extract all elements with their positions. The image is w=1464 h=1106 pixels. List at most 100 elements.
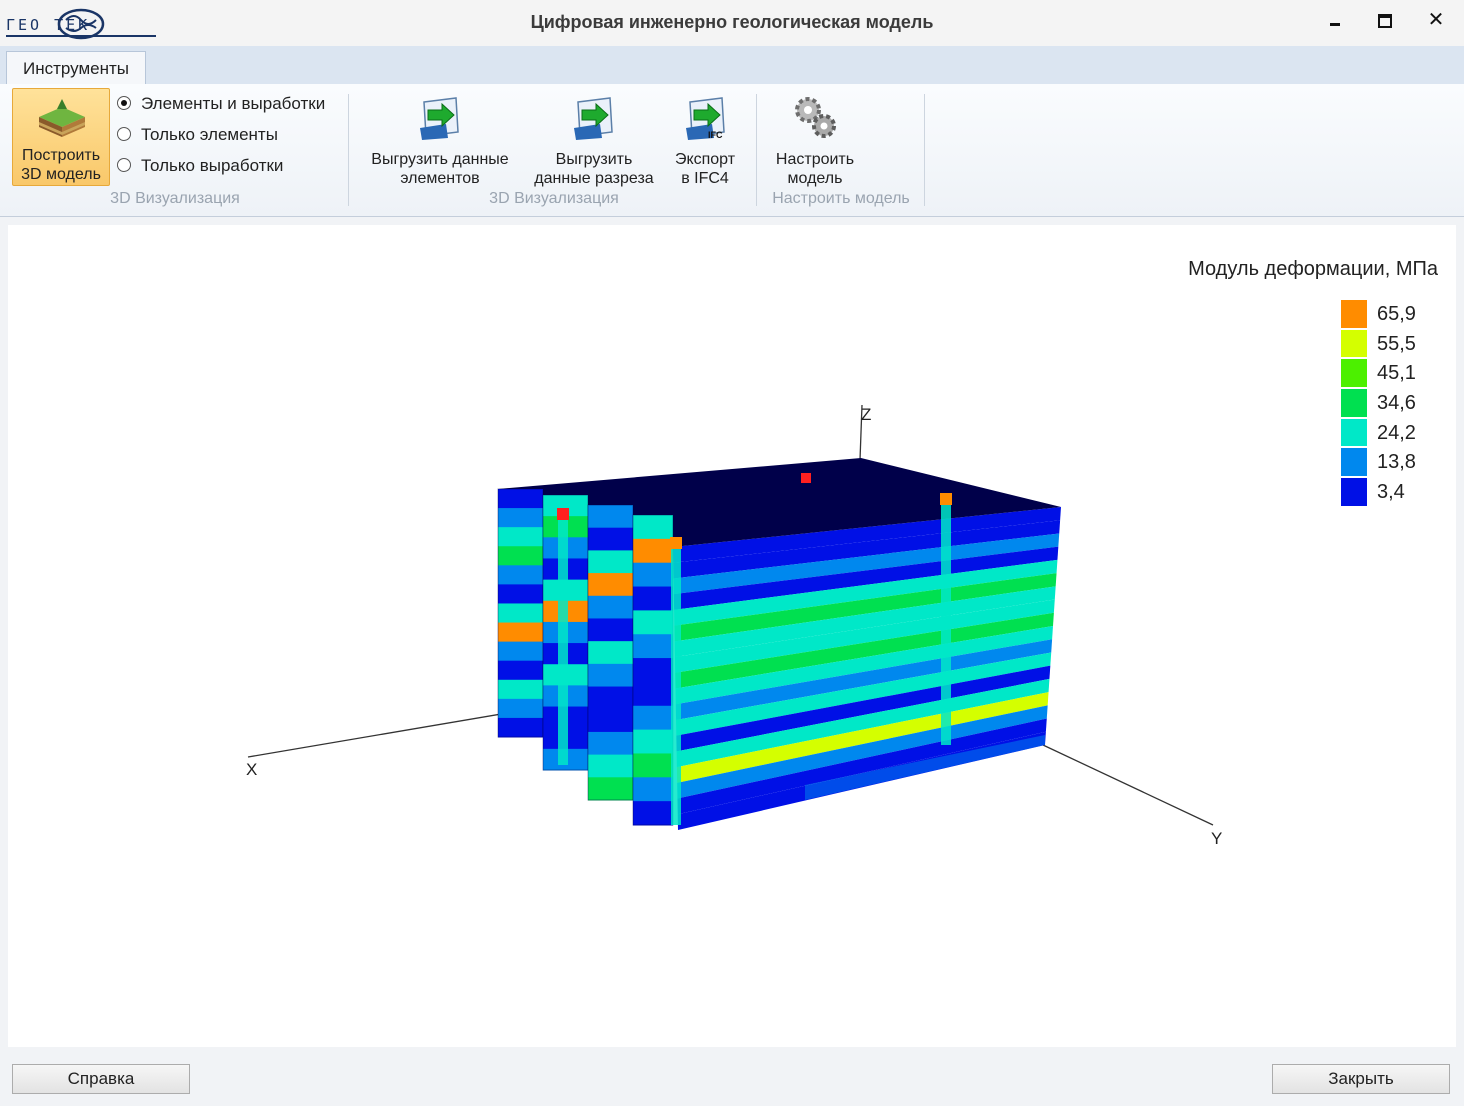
group-label-visualization-2: 3D Визуализация (489, 190, 619, 207)
radio-elements-and-workings[interactable]: Элементы и выработки (117, 92, 325, 116)
axis-label-x: X (246, 760, 258, 779)
model-side-block (588, 595, 633, 619)
export-elements-button[interactable]: Выгрузить данные элементов (360, 88, 520, 188)
group-label-settings: Настроить модель (772, 190, 910, 207)
legend-swatch (1340, 388, 1368, 418)
legend-swatch (1340, 328, 1368, 359)
model-side-block (633, 658, 673, 683)
build-button-label-1: Построить (21, 147, 101, 164)
model-side-block (633, 753, 673, 778)
maximize-icon (1378, 9, 1392, 31)
maximize-button[interactable] (1365, 6, 1405, 34)
model-side-block (633, 586, 673, 611)
build-3d-model-button[interactable]: Построить 3D модель (12, 88, 110, 186)
legend-value: 65,9 (1377, 303, 1416, 325)
model-side-block (498, 527, 543, 547)
export-ifc4-button[interactable]: IFC Экспорт в IFC4 (666, 88, 744, 188)
legend-value: 34,6 (1377, 392, 1416, 415)
legend-value: 13,8 (1377, 451, 1416, 474)
y-axis-line (1042, 744, 1214, 826)
model-side-block (498, 698, 543, 719)
radio-label: Элементы и выработки (141, 94, 326, 113)
settings-label-2: модель (787, 170, 843, 187)
model-side-block (588, 777, 633, 801)
model-side-block (588, 505, 633, 529)
export-section-label-1: Выгрузить (555, 151, 633, 168)
borehole-top-marker (557, 508, 569, 520)
model-side-block (498, 489, 543, 509)
legend-value: 45,1 (1377, 362, 1416, 385)
radio-label: Только выработки (141, 156, 284, 175)
terrain-3d-icon (39, 99, 85, 137)
model-side-block (633, 729, 673, 754)
model-side-block (633, 801, 673, 826)
window-title: Цифровая инженерно геологическая модель (530, 12, 934, 32)
model-side-block (498, 660, 543, 681)
radio-elements-only[interactable]: Только элементы (117, 123, 278, 147)
ribbon-separator (756, 94, 757, 206)
borehole-top-marker (940, 493, 952, 505)
legend-swatch (1340, 358, 1368, 389)
group-label-visualization: 3D Визуализация (110, 190, 240, 207)
borehole-top-marker (670, 537, 682, 549)
build-button-label-2: 3D модель (21, 166, 101, 183)
legend-value: 24,2 (1377, 421, 1416, 444)
export-elements-label-2: элементов (400, 170, 480, 187)
radio-checked-icon (117, 95, 131, 110)
ifc-export-icon: IFC (686, 97, 725, 140)
model-side-block (633, 777, 673, 802)
model-side-block (633, 515, 673, 540)
ribbon-separator (348, 94, 349, 206)
legend-title: Модуль деформации, МПа (1188, 258, 1438, 280)
model-side-block (588, 527, 633, 551)
title-bar: ГЕО ТЕК Цифровая инженерно геологическая… (0, 0, 1464, 46)
model-side-block (498, 565, 543, 585)
minimize-icon: ▬ (1330, 18, 1340, 29)
legend-swatch (1340, 477, 1368, 507)
export-ifc-label-2: в IFC4 (681, 170, 729, 187)
legend-swatch (1340, 299, 1368, 329)
model-side-block (633, 610, 673, 635)
radio-workings-only[interactable]: Только выработки (117, 154, 283, 178)
close-icon: ✕ (1427, 9, 1445, 31)
borehole-top-marker (801, 473, 811, 483)
axis-label-y: Y (1211, 829, 1223, 848)
model-side-block (498, 622, 543, 643)
model-side-block (498, 641, 543, 662)
model-side-block (588, 686, 633, 710)
borehole (941, 493, 951, 745)
close-dialog-button[interactable]: Закрыть (1272, 1064, 1450, 1094)
model-side-block (633, 538, 673, 564)
model-side-block (498, 508, 543, 528)
legend-swatch (1340, 447, 1368, 478)
borehole (671, 537, 681, 825)
model-side-block (498, 584, 543, 604)
export-ifc-label-1: Экспорт (674, 151, 736, 168)
model-side-block (588, 754, 633, 778)
legend-swatch (1340, 417, 1368, 448)
model-side-block (498, 717, 543, 738)
model-side-block (588, 663, 633, 688)
close-button[interactable]: ✕ (1416, 6, 1456, 34)
export-elements-label-1: Выгрузить данные (371, 151, 509, 168)
minimize-button[interactable]: ▬ (1315, 6, 1355, 34)
tab-instruments[interactable]: Инструменты (6, 51, 146, 84)
model-side-block (588, 618, 633, 642)
model-side-block (633, 705, 673, 731)
export-arrow-icon (420, 97, 459, 140)
model-side-block (633, 562, 673, 588)
model-side-block (588, 550, 633, 574)
3d-model-render[interactable] (8, 225, 1456, 1047)
ribbon: Построить 3D модель Элементы и выработки… (0, 84, 1464, 217)
legend-value: 55,5 (1377, 332, 1416, 355)
radio-unchecked-icon (117, 157, 131, 172)
ribbon-tabs: Инструменты (0, 46, 1464, 84)
ribbon-separator (924, 94, 925, 206)
model-side-block (588, 573, 633, 597)
model-side-block (588, 641, 633, 665)
model-side-block (498, 679, 543, 700)
help-button[interactable]: Справка (12, 1064, 190, 1094)
export-section-button[interactable]: Выгрузить данные разреза (524, 88, 664, 188)
3d-viewport[interactable]: Z X Y Модуль деформации, МПа 65,9 55,5 45,… (8, 225, 1456, 1047)
settings-model-button[interactable]: Настроить модель (764, 88, 866, 188)
